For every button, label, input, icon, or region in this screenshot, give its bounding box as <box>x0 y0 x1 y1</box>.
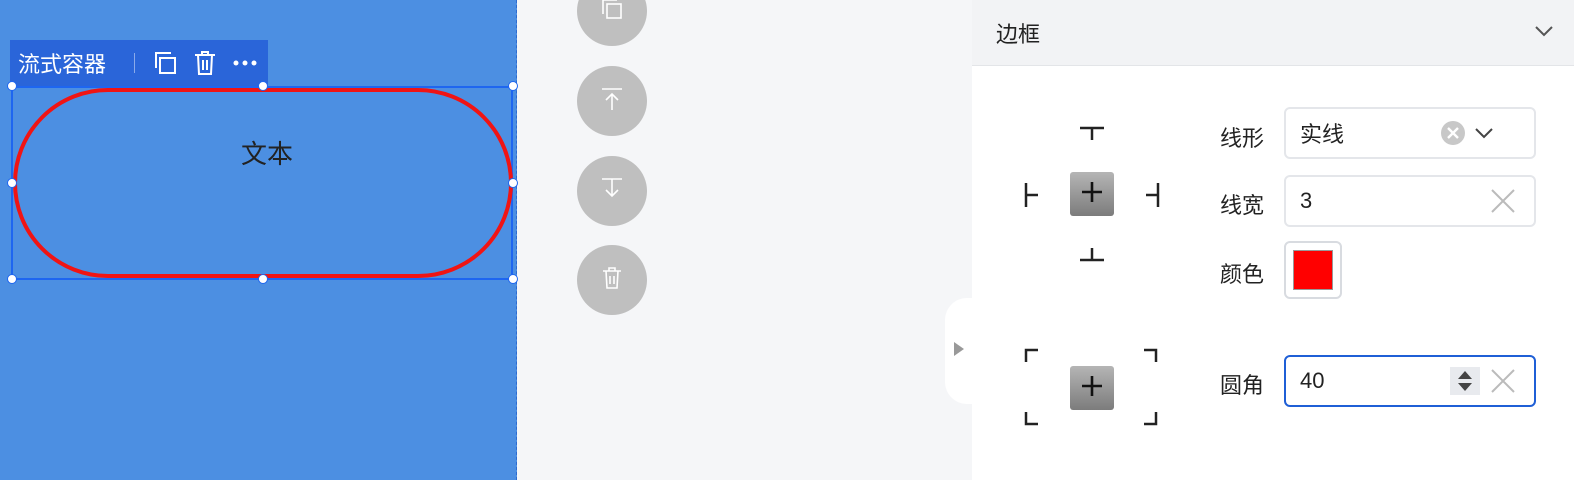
line-width-input[interactable]: 3 <box>1284 175 1536 227</box>
canvas-boundary-line <box>516 0 517 480</box>
resize-handle-left[interactable] <box>7 178 17 188</box>
caret-right-icon <box>953 341 965 362</box>
close-icon[interactable] <box>1490 368 1516 394</box>
stepper-icon[interactable] <box>1450 367 1480 395</box>
move-down-button[interactable] <box>577 156 647 226</box>
component-toolbar: 流式容器 <box>10 40 268 86</box>
close-icon[interactable] <box>1490 188 1516 214</box>
move-up-icon <box>599 86 625 117</box>
border-all-button[interactable] <box>1070 172 1114 216</box>
resize-handle-top[interactable] <box>258 81 268 91</box>
border-bottom-selector[interactable] <box>1079 248 1105 267</box>
toolbar-divider <box>134 53 135 73</box>
line-style-select[interactable]: 实线 <box>1284 107 1536 159</box>
float-delete-button[interactable] <box>577 245 647 315</box>
resize-handle-bottom-left[interactable] <box>7 274 17 284</box>
border-right-selector[interactable] <box>1146 182 1160 213</box>
border-section-header[interactable]: 边框 <box>972 0 1574 66</box>
resize-handle-bottom-right[interactable] <box>508 274 518 284</box>
plus-icon <box>1080 374 1104 403</box>
text-element[interactable]: 文本 <box>17 134 517 171</box>
corner-all-button[interactable] <box>1070 366 1114 410</box>
border-left-selector[interactable] <box>1024 182 1038 213</box>
trash-icon[interactable] <box>185 40 225 86</box>
design-canvas[interactable]: 流式容器 文本 <box>0 0 518 480</box>
trash-icon <box>601 266 623 295</box>
panel-collapse-tab[interactable] <box>945 298 985 404</box>
flow-container[interactable]: 文本 <box>13 88 513 278</box>
copy-icon <box>599 0 625 27</box>
line-width-value: 3 <box>1300 188 1313 213</box>
section-title: 边框 <box>996 21 1041 47</box>
corner-top-left-selector[interactable] <box>1024 348 1038 367</box>
line-width-label: 线宽 <box>1220 193 1265 218</box>
copy-icon[interactable] <box>145 40 185 86</box>
radius-label: 圆角 <box>1220 373 1265 398</box>
color-swatch <box>1293 250 1333 290</box>
property-panel: 边框 <box>972 0 1574 480</box>
chevron-down-icon[interactable] <box>1534 24 1554 42</box>
corner-bottom-left-selector[interactable] <box>1024 412 1038 431</box>
resize-handle-top-left[interactable] <box>7 81 17 91</box>
border-top-selector[interactable] <box>1079 126 1105 145</box>
move-down-icon <box>599 176 625 207</box>
component-type-label: 流式容器 <box>18 52 107 77</box>
line-style-value: 实线 <box>1300 122 1345 147</box>
color-label: 颜色 <box>1220 262 1265 287</box>
plus-icon <box>1080 180 1104 209</box>
chevron-down-icon[interactable] <box>1474 127 1494 139</box>
line-style-label: 线形 <box>1220 126 1265 151</box>
more-icon[interactable] <box>225 40 265 86</box>
move-up-button[interactable] <box>577 66 647 136</box>
resize-handle-top-right[interactable] <box>508 81 518 91</box>
radius-value: 40 <box>1300 368 1325 393</box>
resize-handle-right[interactable] <box>508 178 518 188</box>
clear-icon[interactable] <box>1440 120 1466 146</box>
float-copy-button[interactable] <box>577 0 647 46</box>
corner-top-right-selector[interactable] <box>1144 348 1158 367</box>
corner-bottom-right-selector[interactable] <box>1144 412 1158 431</box>
radius-input[interactable]: 40 <box>1284 355 1536 407</box>
resize-handle-bottom[interactable] <box>258 274 268 284</box>
color-picker[interactable] <box>1284 241 1342 299</box>
